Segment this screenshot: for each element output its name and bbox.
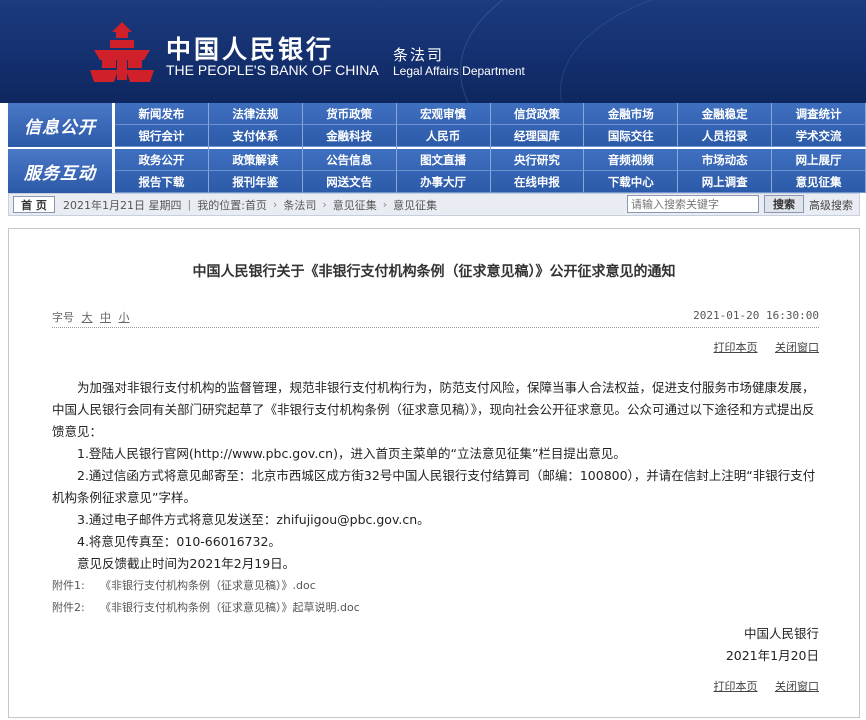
nav-menu-item[interactable]: 音频视频 (584, 149, 679, 171)
nav-grid: 新闻发布 法律法规 货币政策 宏观审慎 信贷政策 金融市场 金融稳定 调查统计银行会计 支付体系… (115, 103, 866, 164)
attachment-label: 附件1: (52, 579, 85, 592)
nav-section-info-disclosure: 信息公开 新闻发布 法律法规 货币政策 宏观审慎 信贷政策 金融市场 金融稳定 调查统计银行会… (0, 103, 866, 164)
breadcrumb-bar: 首 页 2021年1月21日 星期四 | 我的位置: 首页 › 条法司 › 意见… (8, 193, 860, 216)
chevron-right-icon: › (322, 198, 327, 211)
nav-section-label: 信息公开 (8, 103, 112, 147)
font-size-label: 字号 (52, 311, 74, 324)
nav-menu-item[interactable]: 意见征集 (772, 171, 866, 193)
breadcrumb-home[interactable]: 首页 (245, 197, 267, 213)
font-size-medium[interactable]: 中 (100, 311, 111, 324)
close-window-link[interactable]: 关闭窗口 (775, 341, 819, 354)
nav-menu-item[interactable]: 央行研究 (490, 149, 585, 171)
bank-name-en: THE PEOPLE'S BANK OF CHINA (166, 62, 379, 78)
site-banner: 中国人民银行 THE PEOPLE'S BANK OF CHINA 条法司 Le… (0, 0, 866, 103)
nav-menu-item[interactable]: 宏观审慎 (396, 103, 491, 125)
nav-menu-item[interactable]: 学术交流 (772, 125, 866, 147)
home-button[interactable]: 首 页 (13, 196, 55, 213)
list-item: 3.通过电子邮件方式将意见发送至：zhifujigou@pbc.gov.cn。 (77, 512, 430, 527)
sign-date: 2021年1月20日 (725, 648, 819, 663)
signature-block: 中国人民银行 2021年1月20日 (726, 623, 819, 667)
article-title: 中国人民银行关于《非银行支付机构条例（征求意见稿）》公开征求意见的通知 (192, 264, 676, 280)
article-actions-bottom: 打印本页 关闭窗口 (700, 678, 820, 694)
department-name-en: Legal Affairs Department (393, 64, 525, 78)
attachment-item: 附件1: 《非银行支付机构条例（征求意见稿）》.doc (52, 575, 822, 597)
list-item: 1.登陆人民银行官网(http://www.pbc.gov.cn)，进入首页主菜… (77, 446, 626, 461)
nav-menu-item[interactable]: 法律法规 (208, 103, 303, 125)
breadcrumb-current[interactable]: 意见征集 (393, 197, 437, 213)
nav-menu-item[interactable]: 公告信息 (302, 149, 397, 171)
divider: | (187, 198, 192, 211)
font-size-control: 字号 大 中 小 (52, 311, 130, 324)
chevron-right-icon: › (272, 198, 278, 211)
nav-menu-item[interactable]: 人民币 (396, 125, 491, 147)
font-size-small[interactable]: 小 (119, 311, 130, 324)
nav-menu-item[interactable]: 网上调查 (678, 171, 773, 193)
signer-name: 中国人民银行 (743, 626, 819, 641)
nav-menu-item[interactable]: 支付体系 (208, 125, 303, 147)
font-size-large[interactable]: 大 (82, 311, 93, 324)
nav-menu-item[interactable]: 金融市场 (584, 103, 679, 125)
article-panel: 中国人民银行关于《非银行支付机构条例（征求意见稿）》公开征求意见的通知 字号 大… (8, 228, 860, 718)
nav-menu-item[interactable]: 网送文告 (302, 171, 397, 193)
print-page-link[interactable]: 打印本页 (714, 341, 758, 354)
print-page-link[interactable]: 打印本页 (714, 680, 758, 693)
close-window-link[interactable]: 关闭窗口 (775, 680, 819, 693)
search-input[interactable] (627, 195, 759, 213)
nav-grid: 政务公开 政策解读 公告信息 图文直播 央行研究 音频视频 市场动态 网上展厅报告下载 报刊年鉴… (115, 149, 866, 210)
nav-menu-item[interactable]: 在线申报 (490, 171, 585, 193)
search-button[interactable]: 搜索 (764, 195, 804, 213)
list-item: 4.将意见传真至：010-66016732。 (77, 534, 281, 549)
nav-menu-item[interactable]: 政策解读 (208, 149, 303, 171)
location-label: 我的位置: (197, 198, 245, 212)
divider (52, 327, 819, 328)
nav-menu-item[interactable]: 调查统计 (772, 103, 866, 125)
nav-menu-item[interactable]: 政务公开 (115, 149, 209, 171)
nav-menu-item[interactable]: 报刊年鉴 (208, 171, 303, 193)
article-meta: 字号 大 中 小 2021-01-20 16:30:00 (52, 309, 819, 325)
nav-menu-item[interactable]: 新闻发布 (115, 103, 209, 125)
attachment-link[interactable]: 《非银行支付机构条例（征求意见稿）》起草说明.doc (100, 601, 360, 614)
nav-menu-item[interactable]: 报告下载 (115, 171, 209, 193)
nav-menu-item[interactable]: 市场动态 (678, 149, 773, 171)
bank-name-cn: 中国人民银行 (166, 35, 335, 64)
nav-menu-item[interactable]: 金融科技 (302, 125, 397, 147)
article-body: 为加强对非银行支付机构的监督管理，规范非银行支付机构行为，防范支付风险，保障当事… (52, 377, 822, 619)
pboc-logo-icon (90, 22, 154, 82)
attachment-label: 附件2: (52, 601, 85, 614)
attachment-link[interactable]: 《非银行支付机构条例（征求意见稿）》.doc (100, 579, 316, 592)
nav-menu-item[interactable]: 办事大厅 (396, 171, 491, 193)
chevron-right-icon: › (382, 198, 388, 211)
nav-section-label: 服务互动 (8, 149, 112, 193)
nav-menu-item[interactable]: 货币政策 (302, 103, 397, 125)
nav-menu-item[interactable]: 网上展厅 (772, 149, 866, 171)
nav-menu-item[interactable]: 信贷政策 (490, 103, 585, 125)
breadcrumb-dept[interactable]: 条法司 (283, 197, 316, 213)
nav-menu-item[interactable]: 人员招录 (678, 125, 773, 147)
list-item: 2.通过信函方式将意见邮寄至：北京市西城区成方街32号中国人民银行支付结算司（邮… (52, 468, 816, 505)
publish-time: 2021-01-20 16:30:00 (693, 309, 819, 322)
nav-section-service-interaction: 服务互动 政务公开 政策解读 公告信息 图文直播 央行研究 音频视频 市场动态 网上展厅报告下… (0, 149, 866, 210)
nav-menu-item[interactable]: 银行会计 (115, 125, 209, 147)
nav-menu-item[interactable]: 下载中心 (584, 171, 679, 193)
current-date: 2021年1月21日 星期四 (63, 198, 182, 212)
deadline-text: 意见反馈截止时间为2021年2月19日。 (77, 556, 296, 571)
attachment-item: 附件2: 《非银行支付机构条例（征求意见稿）》起草说明.doc (52, 597, 822, 619)
nav-menu-item[interactable]: 国际交往 (584, 125, 679, 147)
department-name-cn: 条法司 (393, 46, 445, 64)
article-intro: 为加强对非银行支付机构的监督管理，规范非银行支付机构行为，防范支付风险，保障当事… (52, 380, 815, 439)
nav-menu-item[interactable]: 图文直播 (396, 149, 491, 171)
nav-menu-item[interactable]: 经理国库 (490, 125, 585, 147)
nav-menu-item[interactable]: 金融稳定 (678, 103, 773, 125)
advanced-search-link[interactable]: 高级搜索 (809, 197, 853, 213)
breadcrumb-opinion[interactable]: 意见征集 (333, 197, 377, 213)
article-actions-top: 打印本页 关闭窗口 (700, 339, 820, 355)
